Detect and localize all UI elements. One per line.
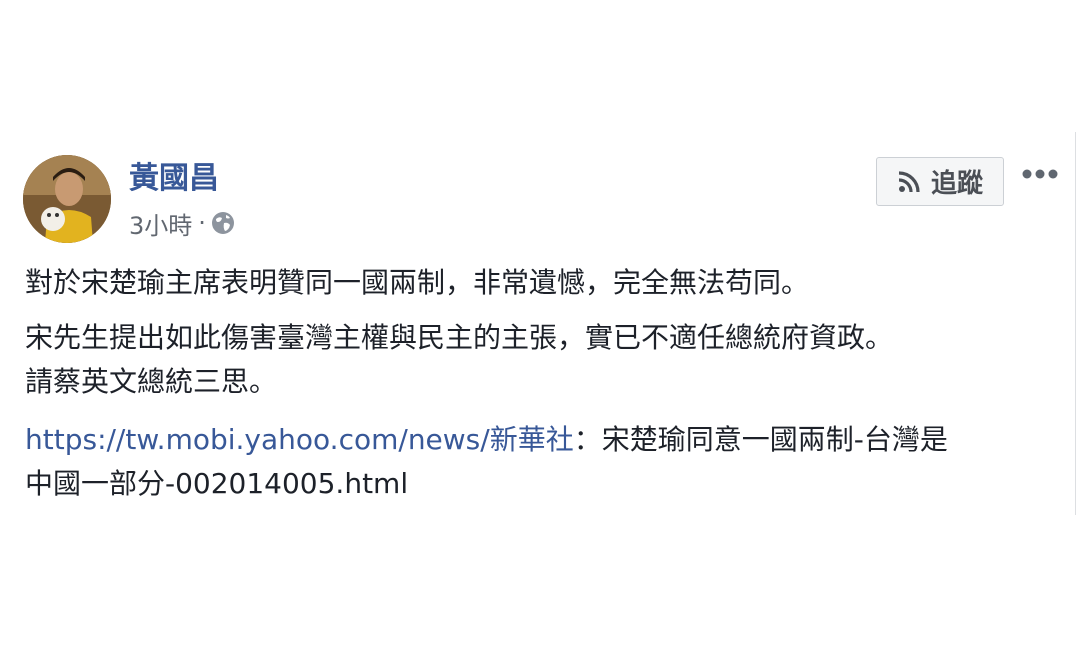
follow-label: 追蹤: [930, 169, 983, 199]
post-paragraph: 宋先生提出如此傷害臺灣主權與民主的主張，實已不適任總統府資政。 請蔡英文總統三思。: [25, 316, 1035, 404]
link-text-rest: 中國一部分-002014005.html: [25, 467, 409, 500]
post-timestamp[interactable]: 3小時: [129, 206, 192, 241]
post-border: [1075, 132, 1076, 515]
post-paragraph: 對於宋楚瑜主席表明贊同一國兩制，非常遺憾，完全無法苟同。: [25, 266, 810, 299]
follow-button[interactable]: 追蹤: [876, 157, 1004, 206]
post-line: 請蔡英文總統三思。: [25, 365, 278, 398]
post-link-paragraph: https://tw.mobi.yahoo.com/news/新華社：宋楚瑜同意…: [25, 418, 1035, 506]
facebook-post: 黃國昌 3小時 · 追蹤 對於宋楚瑜主席表明贊同一國兩制，非常遺憾，完全無法苟同…: [0, 0, 1080, 648]
news-link[interactable]: https://tw.mobi.yahoo.com/news/新華社: [25, 423, 574, 456]
link-text-rest: ：宋楚瑜同意一國兩制-台灣是: [573, 423, 948, 456]
more-dots-icon: [1022, 169, 1058, 179]
author-name[interactable]: 黃國昌: [129, 159, 219, 199]
globe-icon[interactable]: [210, 210, 236, 236]
post-body: 對於宋楚瑜主席表明贊同一國兩制，非常遺憾，完全無法苟同。 宋先生提出如此傷害臺灣…: [25, 262, 1035, 506]
more-options-button[interactable]: [1018, 159, 1062, 189]
post-meta: 3小時 ·: [129, 206, 236, 240]
avatar-photo: [23, 155, 111, 243]
meta-separator: ·: [198, 209, 206, 237]
author-avatar[interactable]: [23, 155, 111, 243]
post-line: 宋先生提出如此傷害臺灣主權與民主的主張，實已不適任總統府資政。: [25, 321, 894, 354]
rss-icon: [898, 170, 920, 192]
